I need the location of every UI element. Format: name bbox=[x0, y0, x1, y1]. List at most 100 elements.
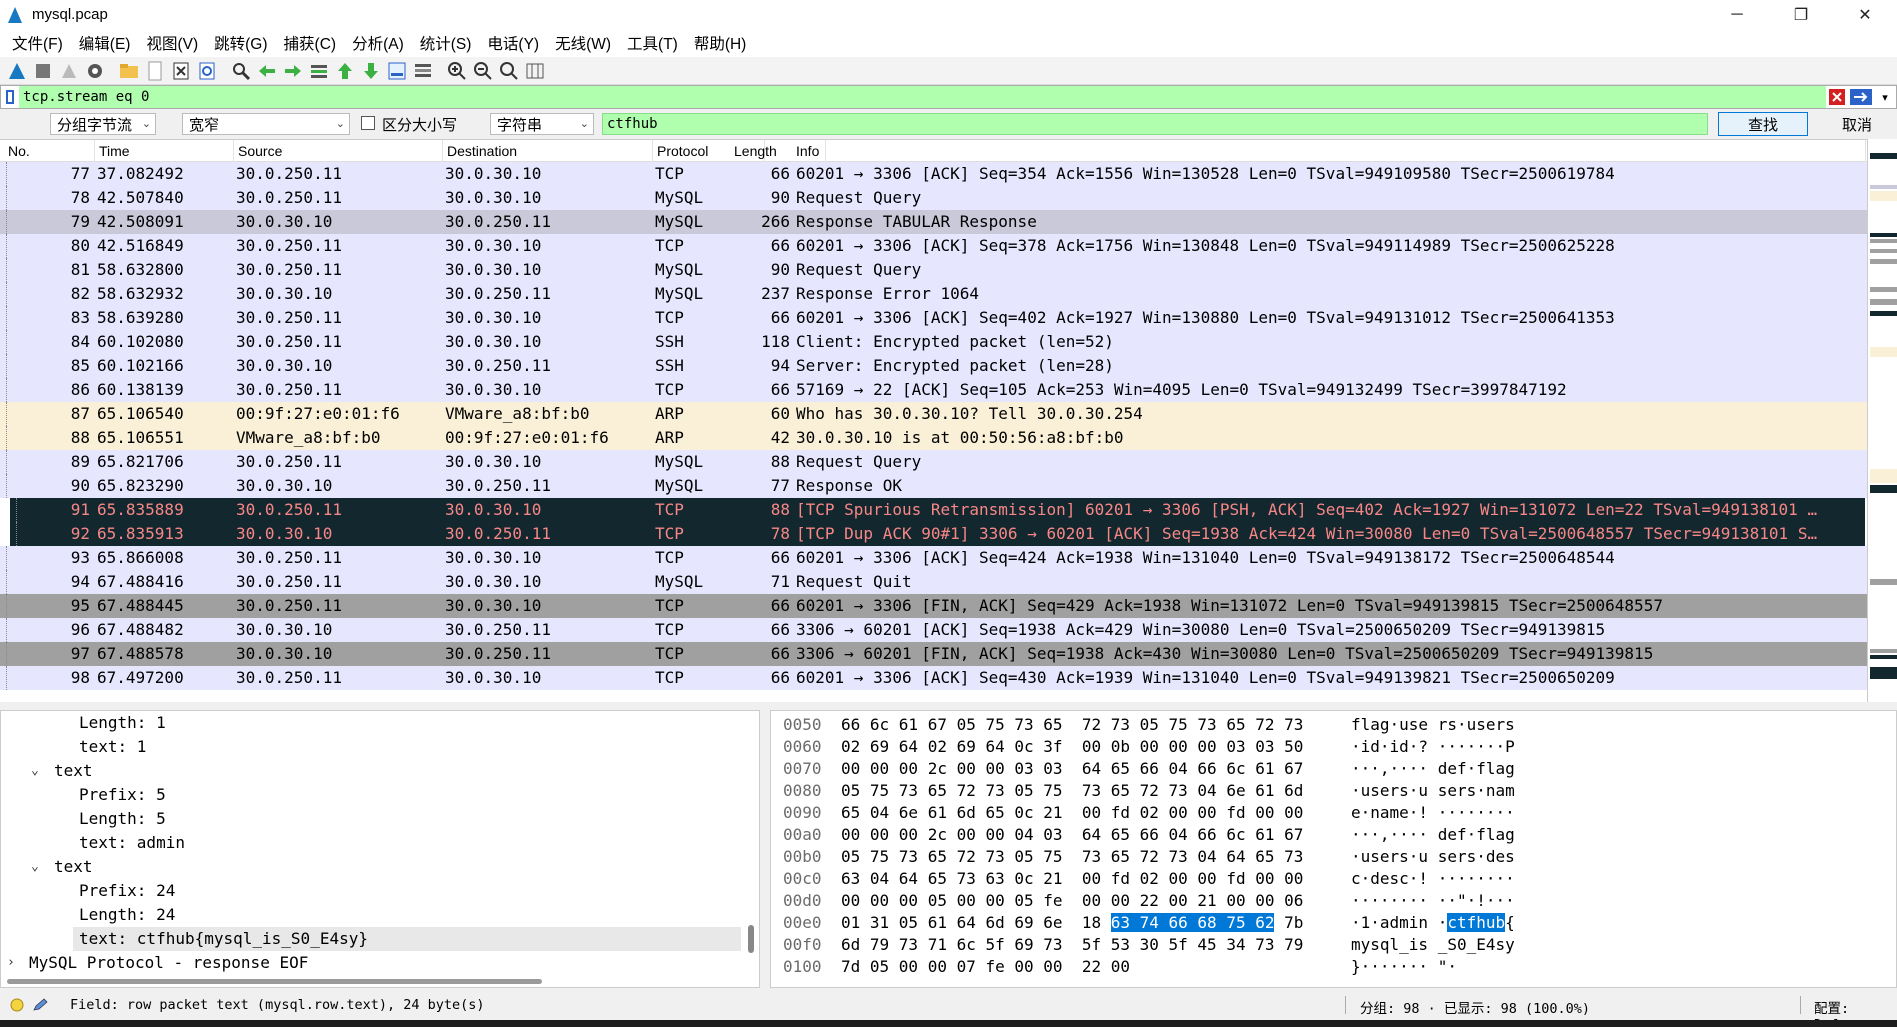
bytes-row[interactable]: 00f0 6d 79 73 71 6c 5f 69 73 5f 53 30 5f … bbox=[771, 934, 1896, 956]
bytes-row[interactable]: 00a0 00 00 00 2c 00 00 04 03 64 65 66 04 … bbox=[771, 824, 1896, 846]
bytes-row[interactable]: 0070 00 00 00 2c 00 00 03 03 64 65 66 04 … bbox=[771, 758, 1896, 780]
menu-item[interactable]: 帮助(H) bbox=[686, 32, 755, 54]
resize-columns-icon[interactable] bbox=[522, 59, 548, 83]
restart-icon[interactable] bbox=[56, 59, 82, 83]
packet-row[interactable]: 82 58.632932 30.0.30.10 30.0.250.11 MySQL 237… bbox=[0, 282, 1867, 306]
apply-filter-icon[interactable] bbox=[1848, 86, 1874, 108]
go-to-packet-icon[interactable] bbox=[306, 59, 332, 83]
maximize-button[interactable]: ❐ bbox=[1769, 0, 1833, 29]
packet-row[interactable]: 77 37.082492 30.0.250.11 30.0.30.10 TCP 66 602… bbox=[0, 162, 1867, 186]
zoom-in-icon[interactable] bbox=[444, 59, 470, 83]
details-vscrollbar[interactable] bbox=[745, 715, 755, 985]
close-button[interactable]: ✕ bbox=[1833, 0, 1897, 29]
packet-row[interactable]: 97 67.488578 30.0.30.10 30.0.250.11 TCP 66 330… bbox=[0, 642, 1867, 666]
column-header[interactable]: Info bbox=[792, 140, 1866, 162]
packet-row[interactable]: 89 65.821706 30.0.250.11 30.0.30.10 MySQL 88 R… bbox=[0, 450, 1867, 474]
menu-item[interactable]: 分析(A) bbox=[344, 32, 412, 54]
menu-item[interactable]: 捕获(C) bbox=[276, 32, 345, 54]
packet-row[interactable]: 93 65.866008 30.0.250.11 30.0.30.10 TCP 66 602… bbox=[0, 546, 1867, 570]
menu-item[interactable]: 电话(Y) bbox=[479, 32, 547, 54]
packet-row[interactable]: 81 58.632800 30.0.250.11 30.0.30.10 MySQL 90 R… bbox=[0, 258, 1867, 282]
find-string-input[interactable]: ctfhub bbox=[602, 113, 1708, 135]
packet-row[interactable]: 94 67.488416 30.0.250.11 30.0.30.10 MySQL 71 R… bbox=[0, 570, 1867, 594]
bytes-row[interactable]: 00e0 01 31 05 61 64 6d 69 6e 18 63 74 66 … bbox=[771, 912, 1896, 934]
stop-icon[interactable] bbox=[30, 59, 56, 83]
options-gear-icon[interactable] bbox=[82, 59, 108, 83]
menu-item[interactable]: 无线(W) bbox=[547, 32, 619, 54]
back-arrow-icon[interactable] bbox=[254, 59, 280, 83]
filter-bookmark-icon[interactable] bbox=[1, 86, 19, 108]
first-packet-icon[interactable] bbox=[332, 59, 358, 83]
details-field[interactable]: text: 1 bbox=[1, 735, 759, 759]
bytes-row[interactable]: 0050 66 6c 61 67 05 75 73 65 72 73 05 75 … bbox=[771, 714, 1896, 736]
bytes-row[interactable]: 0090 65 04 6e 61 6d 65 0c 21 00 fd 02 00 … bbox=[771, 802, 1896, 824]
bytes-row[interactable]: 00c0 63 04 64 65 73 63 0c 21 00 fd 02 00 … bbox=[771, 868, 1896, 890]
file-icon[interactable] bbox=[142, 59, 168, 83]
packet-row[interactable]: 84 60.102080 30.0.250.11 30.0.30.10 SSH 118 Cl… bbox=[0, 330, 1867, 354]
packet-row[interactable]: 92 65.835913 30.0.30.10 30.0.250.11 TCP 78 [TC… bbox=[10, 522, 1865, 546]
autoscroll-icon[interactable] bbox=[384, 59, 410, 83]
bytes-row[interactable]: 0100 7d 05 00 00 07 fe 00 00 22 00}······… bbox=[771, 956, 1896, 978]
details-node[interactable]: ⌄ text bbox=[1, 759, 759, 783]
packet-row[interactable]: 88 65.106551 VMware_a8:bf:b0 00:9f:27:e0:01… bbox=[0, 426, 1867, 450]
scroll-thumb[interactable] bbox=[748, 925, 754, 953]
forward-arrow-icon[interactable] bbox=[280, 59, 306, 83]
chevron-down-icon[interactable]: ⌄ bbox=[31, 759, 39, 783]
menu-item[interactable]: 编辑(E) bbox=[71, 32, 139, 54]
open-folder-icon[interactable] bbox=[116, 59, 142, 83]
menu-item[interactable]: 文件(F) bbox=[4, 32, 71, 54]
details-field[interactable]: Length: 5 bbox=[1, 807, 759, 831]
details-field[interactable]: text: ctfhub{mysql_is_S0_E4sy} bbox=[73, 927, 741, 951]
packet-row[interactable]: 90 65.823290 30.0.30.10 30.0.250.11 MySQL 77 R… bbox=[0, 474, 1867, 498]
packet-row[interactable]: 87 65.106540 00:9f:27:e0:01:f6 VMware_a8:bf… bbox=[0, 402, 1867, 426]
packet-row[interactable]: 80 42.516849 30.0.250.11 30.0.30.10 TCP 66 602… bbox=[0, 234, 1867, 258]
display-filter-input[interactable]: tcp.stream eq 0 bbox=[19, 86, 1826, 108]
column-header[interactable]: No. bbox=[4, 140, 95, 162]
cancel-button[interactable]: 取消 bbox=[1822, 112, 1892, 136]
search-in-select[interactable]: 分组字节流 ⌄ bbox=[50, 113, 156, 135]
char-width-select[interactable]: 宽窄 ⌄ bbox=[182, 113, 350, 135]
column-header[interactable]: Destination bbox=[443, 140, 653, 162]
packet-row[interactable]: 85 60.102166 30.0.30.10 30.0.250.11 SSH 94 Ser… bbox=[0, 354, 1867, 378]
clear-filter-icon[interactable] bbox=[1826, 86, 1848, 108]
filter-dropdown-chevron-icon[interactable]: ▾ bbox=[1874, 86, 1896, 108]
chevron-down-icon[interactable]: ⌄ bbox=[31, 855, 39, 879]
find-magnifier-icon[interactable] bbox=[228, 59, 254, 83]
details-field[interactable]: text: admin bbox=[1, 831, 759, 855]
minimize-button[interactable]: ─ bbox=[1705, 0, 1769, 29]
details-field[interactable]: Length: 24 bbox=[1, 903, 759, 927]
find-button[interactable]: 查找 bbox=[1718, 112, 1808, 136]
chevron-right-icon[interactable]: › bbox=[7, 951, 15, 975]
menu-item[interactable]: 统计(S) bbox=[412, 32, 480, 54]
zoom-reset-icon[interactable] bbox=[496, 59, 522, 83]
packet-row[interactable]: 91 65.835889 30.0.250.11 30.0.30.10 TCP 88 [TC… bbox=[10, 498, 1865, 522]
zoom-out-icon[interactable] bbox=[470, 59, 496, 83]
bytes-row[interactable]: 0080 05 75 73 65 72 73 05 75 73 65 72 73 … bbox=[771, 780, 1896, 802]
reload-icon[interactable] bbox=[194, 59, 220, 83]
bytes-row[interactable]: 00b0 05 75 73 65 72 73 05 75 73 65 72 73 … bbox=[771, 846, 1896, 868]
bytes-row[interactable]: 0060 02 69 64 02 69 64 0c 3f 00 0b 00 00 … bbox=[771, 736, 1896, 758]
details-node[interactable]: ⌄ text bbox=[1, 855, 759, 879]
details-node[interactable]: › MySQL Protocol - response EOF bbox=[1, 951, 759, 975]
search-type-select[interactable]: 字符串 ⌄ bbox=[490, 113, 594, 135]
details-field[interactable]: Prefix: 5 bbox=[1, 783, 759, 807]
expert-info-icon[interactable] bbox=[10, 998, 24, 1012]
packet-row[interactable]: 86 60.138139 30.0.250.11 30.0.30.10 TCP 66 571… bbox=[0, 378, 1867, 402]
packet-row[interactable]: 79 42.508091 30.0.30.10 30.0.250.11 MySQL 266… bbox=[0, 210, 1867, 234]
menu-item[interactable]: 工具(T) bbox=[619, 32, 686, 54]
packet-row[interactable]: 96 67.488482 30.0.30.10 30.0.250.11 TCP 66 330… bbox=[0, 618, 1867, 642]
last-packet-icon[interactable] bbox=[358, 59, 384, 83]
column-header[interactable]: Time bbox=[95, 140, 234, 162]
packet-row[interactable]: 83 58.639280 30.0.250.11 30.0.30.10 TCP 66 602… bbox=[0, 306, 1867, 330]
shark-fin-start-icon[interactable] bbox=[4, 59, 30, 83]
details-field[interactable]: Length: 1 bbox=[1, 711, 759, 735]
close-file-icon[interactable] bbox=[168, 59, 194, 83]
details-hscrollbar[interactable] bbox=[7, 979, 542, 984]
details-field[interactable]: Prefix: 24 bbox=[1, 879, 759, 903]
menu-item[interactable]: 跳转(G) bbox=[206, 32, 275, 54]
packet-row[interactable]: 98 67.497200 30.0.250.11 30.0.30.10 TCP 66 602… bbox=[0, 666, 1867, 690]
menu-item[interactable]: 视图(V) bbox=[138, 32, 206, 54]
capture-comment-icon[interactable] bbox=[32, 998, 48, 1012]
packet-list-hscrollbar[interactable] bbox=[0, 702, 1897, 708]
packet-minimap-scrollbar[interactable] bbox=[1867, 139, 1897, 702]
